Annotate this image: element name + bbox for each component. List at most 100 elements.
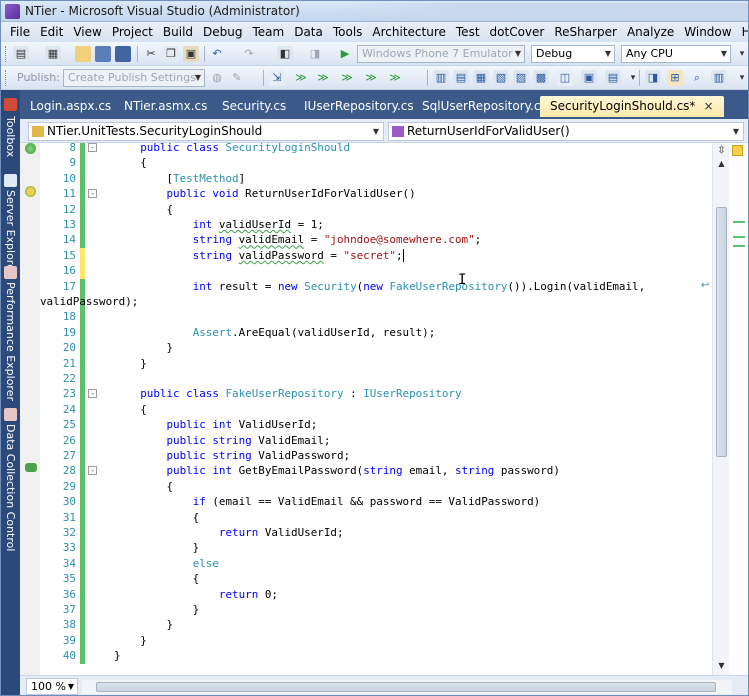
menu-project[interactable]: Project (107, 25, 158, 39)
collapse-icon[interactable]: - (88, 189, 97, 199)
test-list-editor-icon[interactable]: ▤ (453, 70, 469, 86)
menu-team[interactable]: Team (247, 25, 289, 39)
bookmark-window-icon[interactable]: ▥ (711, 70, 727, 86)
comment-selection-icon[interactable]: ⇲ (269, 70, 285, 86)
vertical-scrollbar[interactable]: ⇳ ▲ ▼ (712, 143, 729, 675)
toolbar-overflow-icon[interactable]: ▾ (734, 70, 748, 86)
navigate-forward-icon[interactable]: ◨ (307, 46, 323, 62)
horizontal-scroll-thumb[interactable] (96, 682, 716, 692)
save-all-icon[interactable] (115, 46, 131, 62)
code-line[interactable]: 31 { (40, 509, 712, 525)
redo-icon[interactable]: ↷ (241, 46, 257, 62)
find-symbol-icon[interactable]: ⌕ (689, 70, 705, 86)
code-line[interactable]: 21 } (40, 355, 712, 371)
menu-analyze[interactable]: Analyze (622, 25, 679, 39)
code-line[interactable]: 23 - public class FakeUserRepository : IU… (40, 386, 712, 402)
overview-mark[interactable] (733, 236, 745, 238)
code-line[interactable]: 26 public string ValidEmail; (40, 432, 712, 448)
warning-status-icon[interactable] (732, 145, 743, 156)
code-line[interactable]: 39 } (40, 632, 712, 649)
code-line[interactable]: validPassword); (40, 294, 712, 310)
implements-interface-glyph-icon[interactable] (25, 463, 37, 472)
indicator-margin[interactable] (20, 143, 40, 675)
code-line[interactable]: 10 [TestMethod] (40, 170, 712, 187)
menu-help[interactable]: Help (737, 25, 748, 39)
tab-iuserrepository-cs[interactable]: IUserRepository.cs (294, 96, 424, 117)
code-line[interactable]: 17 int result = new Security(new FakeUse… (40, 278, 712, 294)
class-view-icon[interactable]: ◨ (645, 70, 661, 86)
menu-resharper[interactable]: ReSharper (549, 25, 622, 39)
code-line[interactable]: 34 else (40, 555, 712, 572)
collapse-icon[interactable]: - (88, 466, 97, 476)
collapse-icon[interactable]: - (88, 389, 97, 399)
code-coverage-icon[interactable]: ▧ (493, 70, 509, 86)
code-line[interactable]: 29 { (40, 478, 712, 495)
test-view-icon[interactable]: ▦ (473, 70, 489, 86)
run-tests-in-context-icon[interactable]: ≫ (363, 70, 379, 86)
paste-icon[interactable]: ▣ (183, 46, 199, 62)
test-run-config-icon[interactable]: ◫ (557, 70, 573, 86)
run-all-tests-icon[interactable]: ≫ (339, 70, 355, 86)
test-class-glyph-icon[interactable] (25, 143, 36, 154)
menu-view[interactable]: View (68, 25, 106, 39)
tab-ntier-asmx-cs[interactable]: NTier.asmx.cs (114, 96, 217, 117)
code-editor[interactable]: 8- public class SecurityLoginShould 9 {10… (20, 143, 748, 675)
code-line[interactable]: 8 - public class SecurityLoginShould (40, 143, 712, 156)
error-overview-strip[interactable] (729, 143, 748, 675)
code-line[interactable]: 27 public string ValidPassword; (40, 448, 712, 464)
tab-sqluserrepository-cs[interactable]: SqlUserRepository.cs (412, 96, 557, 117)
test-method-glyph-icon[interactable] (25, 186, 36, 197)
side-tab-performance-explorer[interactable]: Performance Explorer (2, 266, 19, 406)
scroll-down-icon[interactable]: ▼ (716, 661, 727, 673)
code-line[interactable]: 13 int validUserId = 1; (40, 217, 712, 233)
code-line[interactable]: 33 } (40, 540, 712, 556)
code-line[interactable]: 38 } (40, 617, 712, 633)
save-icon[interactable] (95, 46, 111, 62)
test-settings-icon[interactable]: ▩ (533, 70, 549, 86)
close-icon[interactable]: × (703, 99, 713, 113)
toolbar-overflow-icon[interactable]: ▾ (734, 46, 748, 62)
overview-mark[interactable] (733, 221, 745, 223)
test-impact-icon[interactable]: ▨ (513, 70, 529, 86)
collapse-icon[interactable]: - (88, 143, 97, 152)
start-debugging-icon[interactable]: ▶ (337, 46, 353, 62)
code-line[interactable]: 18 (40, 309, 712, 325)
publish-web-icon[interactable]: ◍ (209, 70, 225, 86)
menu-file[interactable]: File (5, 25, 35, 39)
cut-icon[interactable]: ✂ (143, 46, 159, 62)
code-line[interactable]: 28- public int GetByEmailPassword(string… (40, 463, 712, 479)
vertical-scroll-thumb[interactable] (716, 207, 727, 457)
code-line[interactable]: 12 { (40, 201, 712, 217)
tab-login-aspx-cs[interactable]: Login.aspx.cs (20, 96, 121, 117)
code-line[interactable]: 32 return ValidUserId; (40, 525, 712, 541)
code-line[interactable]: 36 return 0; (40, 586, 712, 602)
side-tab-data-collection-control[interactable]: Data Collection Control (2, 408, 19, 554)
test-history-icon[interactable]: ▤ (605, 70, 621, 86)
test-manager-icon[interactable]: ▣ (581, 70, 597, 86)
navigate-backward-icon[interactable]: ◧ (277, 46, 293, 62)
object-browser-icon[interactable]: ⊞ (667, 70, 683, 86)
add-item-icon[interactable]: ▦ (45, 46, 61, 62)
code-line[interactable]: 25 public int ValidUserId; (40, 417, 712, 433)
menu-debug[interactable]: Debug (198, 25, 247, 39)
debug-tests-icon[interactable]: ≫ (315, 70, 331, 86)
tab-securityloginshould-cs[interactable]: SecurityLoginShould.cs* × (540, 96, 724, 117)
code-line[interactable]: 40} (40, 648, 712, 664)
platform-select[interactable]: Any CPU ▼ (621, 45, 731, 63)
menu-build[interactable]: Build (158, 25, 198, 39)
overview-mark[interactable] (733, 245, 745, 247)
menu-window[interactable]: Window (679, 25, 736, 39)
menu-test[interactable]: Test (451, 25, 485, 39)
debug-all-tests-icon[interactable]: ≫ (387, 70, 403, 86)
configuration-select[interactable]: Debug ▼ (531, 45, 615, 63)
toolbar-grip[interactable] (5, 46, 8, 62)
open-folder-icon[interactable] (75, 46, 91, 62)
split-handle-icon[interactable]: ⇳ (715, 145, 728, 156)
code-line[interactable]: 24 { (40, 401, 712, 418)
code-line[interactable]: 11 - public void ReturnUserIdForValidUser… (40, 186, 712, 202)
test-results-icon[interactable]: ▥ (433, 70, 449, 86)
horizontal-scrollbar[interactable] (82, 680, 732, 694)
scroll-up-icon[interactable]: ▲ (716, 159, 727, 171)
menu-edit[interactable]: Edit (35, 25, 68, 39)
new-project-icon[interactable]: ▤ (13, 46, 29, 62)
